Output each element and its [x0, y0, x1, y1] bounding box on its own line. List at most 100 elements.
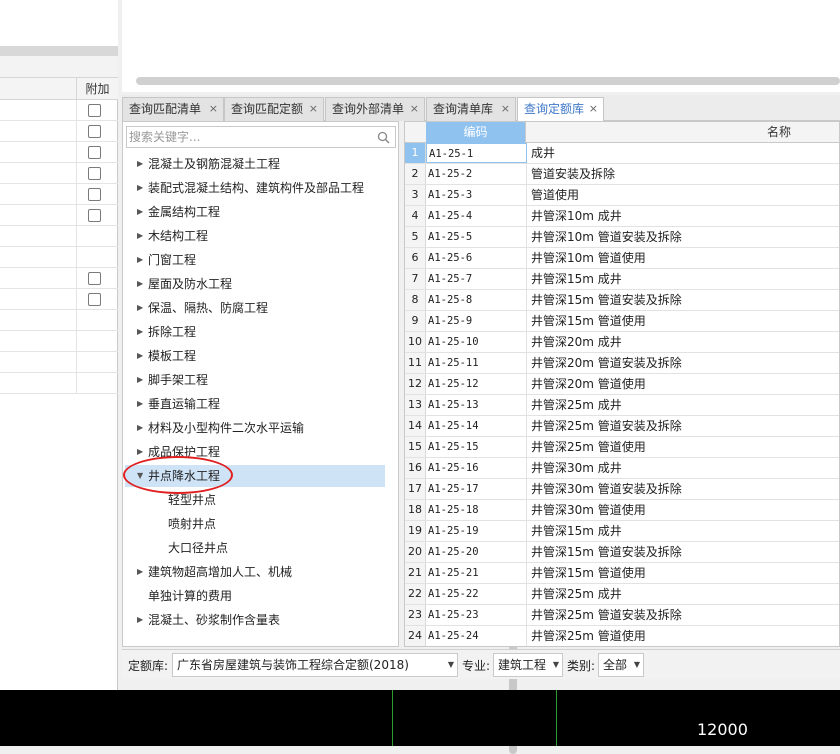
tree-child-item[interactable]: 喷射井点 [125, 513, 385, 535]
expand-arrow-icon[interactable]: ▶ [137, 321, 147, 343]
attach-checkbox[interactable] [88, 167, 101, 180]
close-icon[interactable]: × [589, 98, 598, 120]
horizontal-scrollbar[interactable] [136, 77, 840, 85]
tab-query-match-quota[interactable]: 查询匹配定额 × [224, 97, 324, 121]
table-row[interactable]: 19 A1-25-19 井管深15m 成井 [405, 521, 839, 542]
column-header-name[interactable]: 名称 [527, 122, 839, 143]
code-cell[interactable]: A1-25-20 [426, 542, 527, 562]
code-cell[interactable]: A1-25-1 [426, 143, 527, 163]
tree-item[interactable]: ▶ 建筑物超高增加人工、机械 [125, 561, 385, 583]
expanded-arrow-icon[interactable]: ▼ [137, 465, 147, 487]
name-cell[interactable]: 井管深25m 管道安装及拆除 [528, 416, 839, 436]
row-number[interactable]: 7 [405, 269, 426, 289]
name-cell[interactable]: 井管深10m 管道使用 [528, 248, 839, 268]
close-icon[interactable]: × [410, 98, 419, 120]
tree-item[interactable]: ▶ 保温、隔热、防腐工程 [125, 297, 385, 319]
specialty-select[interactable]: 建筑工程 ▼ [493, 653, 563, 677]
row-number[interactable]: 19 [405, 521, 426, 541]
table-row[interactable]: 1 A1-25-1 成井 [405, 143, 839, 164]
expand-arrow-icon[interactable]: ▶ [137, 441, 147, 463]
row-number[interactable]: 8 [405, 290, 426, 310]
close-icon[interactable]: × [209, 98, 218, 120]
tree-child-item[interactable]: 轻型井点 [125, 489, 385, 511]
attach-checkbox[interactable] [88, 125, 101, 138]
expand-arrow-icon[interactable]: ▶ [137, 177, 147, 199]
name-cell[interactable]: 井管深25m 成井 [528, 584, 839, 604]
code-cell[interactable]: A1-25-15 [426, 437, 527, 457]
row-number[interactable]: 15 [405, 437, 426, 457]
name-cell[interactable]: 井管深25m 管道使用 [528, 437, 839, 457]
code-cell[interactable]: A1-25-24 [426, 626, 527, 646]
table-row[interactable]: 21 A1-25-21 井管深15m 管道使用 [405, 563, 839, 584]
tree-item[interactable]: 单独计算的费用 [125, 585, 385, 607]
name-cell[interactable]: 成井 [528, 143, 839, 163]
code-cell[interactable]: A1-25-18 [426, 500, 527, 520]
table-row[interactable]: 9 A1-25-9 井管深15m 管道使用 [405, 311, 839, 332]
code-cell[interactable]: A1-25-17 [426, 479, 527, 499]
tree-child-item[interactable]: 大口径井点 [125, 537, 385, 559]
expand-arrow-icon[interactable]: ▶ [137, 369, 147, 391]
name-cell[interactable]: 井管深15m 成井 [528, 521, 839, 541]
expand-arrow-icon[interactable]: ▶ [137, 249, 147, 271]
table-row[interactable]: 13 A1-25-13 井管深25m 成井 [405, 395, 839, 416]
expand-arrow-icon[interactable]: ▶ [137, 201, 147, 223]
category-select[interactable]: 全部 ▼ [598, 653, 644, 677]
code-cell[interactable]: A1-25-2 [426, 164, 527, 184]
tree-item[interactable]: ▶ 拆除工程 [125, 321, 385, 343]
row-number[interactable]: 3 [405, 185, 426, 205]
name-cell[interactable]: 井管深25m 成井 [528, 395, 839, 415]
expand-arrow-icon[interactable]: ▶ [137, 609, 147, 631]
row-number[interactable]: 17 [405, 479, 426, 499]
code-cell[interactable]: A1-25-8 [426, 290, 527, 310]
name-cell[interactable]: 井管深30m 成井 [528, 458, 839, 478]
column-header-code[interactable]: 编码 [426, 122, 526, 143]
row-number[interactable]: 20 [405, 542, 426, 562]
row-number[interactable]: 9 [405, 311, 426, 331]
name-cell[interactable]: 井管深25m 管道安装及拆除 [528, 605, 839, 625]
table-row[interactable]: 2 A1-25-2 管道安装及拆除 [405, 164, 839, 185]
code-cell[interactable]: A1-25-9 [426, 311, 527, 331]
row-number[interactable]: 4 [405, 206, 426, 226]
table-row[interactable]: 14 A1-25-14 井管深25m 管道安装及拆除 [405, 416, 839, 437]
tree-item[interactable]: ▶ 屋面及防水工程 [125, 273, 385, 295]
drawing-canvas[interactable]: 12000 [0, 690, 840, 746]
tab-query-list-library[interactable]: 查询清单库 × [426, 97, 516, 121]
row-number[interactable]: 2 [405, 164, 426, 184]
name-cell[interactable]: 井管深25m 管道使用 [528, 626, 839, 646]
name-cell[interactable]: 井管深15m 管道安装及拆除 [528, 542, 839, 562]
attach-checkbox[interactable] [88, 293, 101, 306]
close-icon[interactable]: × [501, 98, 510, 120]
tree-item[interactable]: ▶ 木结构工程 [125, 225, 385, 247]
name-cell[interactable]: 井管深15m 管道安装及拆除 [528, 290, 839, 310]
tab-query-quota-library[interactable]: 查询定额库 × [517, 97, 604, 122]
code-cell[interactable]: A1-25-16 [426, 458, 527, 478]
tree-item[interactable]: ▼ 井点降水工程 [125, 465, 385, 487]
tree-item[interactable]: ▶ 金属结构工程 [125, 201, 385, 223]
tree-item[interactable]: ▶ 混凝土及钢筋混凝土工程 [125, 153, 385, 175]
table-row[interactable]: 10 A1-25-10 井管深20m 成井 [405, 332, 839, 353]
code-cell[interactable]: A1-25-23 [426, 605, 527, 625]
code-cell[interactable]: A1-25-21 [426, 563, 527, 583]
row-number[interactable]: 10 [405, 332, 426, 352]
table-row[interactable]: 23 A1-25-23 井管深25m 管道安装及拆除 [405, 605, 839, 626]
table-row[interactable]: 7 A1-25-7 井管深15m 成井 [405, 269, 839, 290]
row-number[interactable]: 16 [405, 458, 426, 478]
tree-item[interactable]: ▶ 门窗工程 [125, 249, 385, 271]
attach-checkbox[interactable] [88, 104, 101, 117]
name-cell[interactable]: 井管深15m 成井 [528, 269, 839, 289]
code-cell[interactable]: A1-25-14 [426, 416, 527, 436]
tree-item[interactable]: ▶ 装配式混凝土结构、建筑构件及部品工程 [125, 177, 385, 199]
tree-item[interactable]: ▶ 成品保护工程 [125, 441, 385, 463]
code-cell[interactable]: A1-25-10 [426, 332, 527, 352]
expand-arrow-icon[interactable]: ▶ [137, 297, 147, 319]
table-row[interactable]: 6 A1-25-6 井管深10m 管道使用 [405, 248, 839, 269]
name-cell[interactable]: 井管深10m 成井 [528, 206, 839, 226]
table-row[interactable]: 3 A1-25-3 管道使用 [405, 185, 839, 206]
code-cell[interactable]: A1-25-7 [426, 269, 527, 289]
table-row[interactable]: 12 A1-25-12 井管深20m 管道使用 [405, 374, 839, 395]
code-cell[interactable]: A1-25-19 [426, 521, 527, 541]
expand-arrow-icon[interactable]: ▶ [137, 153, 147, 175]
row-number[interactable]: 18 [405, 500, 426, 520]
table-row[interactable]: 11 A1-25-11 井管深20m 管道安装及拆除 [405, 353, 839, 374]
row-number[interactable]: 24 [405, 626, 426, 646]
